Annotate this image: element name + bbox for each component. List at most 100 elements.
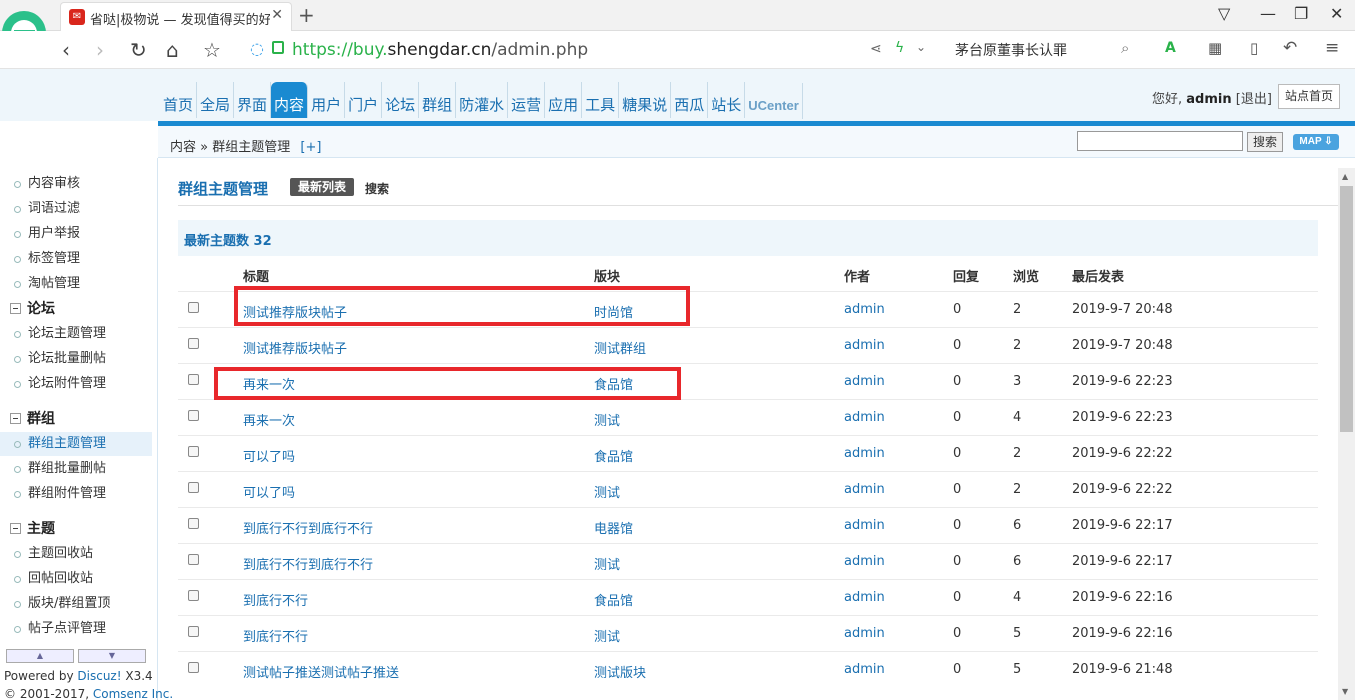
- nav-melon[interactable]: 西瓜: [671, 82, 709, 118]
- page-scrollbar[interactable]: ▲ ▼: [1338, 168, 1355, 700]
- author-link[interactable]: admin: [844, 302, 885, 317]
- row-checkbox[interactable]: [188, 338, 199, 349]
- thread-title-link[interactable]: 到底行不行到底行不行: [243, 518, 373, 537]
- row-checkbox[interactable]: [188, 302, 199, 313]
- discuz-link[interactable]: Discuz!: [77, 669, 121, 683]
- nav-ucenter[interactable]: UCenter: [745, 83, 803, 119]
- search-icon[interactable]: ⌕: [1121, 39, 1129, 57]
- forum-link[interactable]: 测试群组: [594, 338, 646, 357]
- address-bar[interactable]: ◌ https://buy.shengdar.cn/admin.php: [242, 36, 932, 64]
- forum-link[interactable]: 测试版块: [594, 662, 646, 681]
- menu-icon[interactable]: ≡: [1325, 38, 1339, 58]
- menu-search-input[interactable]: [1077, 131, 1243, 151]
- sidebar-group-thread[interactable]: 主题: [10, 517, 55, 541]
- row-checkbox[interactable]: [188, 374, 199, 385]
- nav-portal[interactable]: 门户: [345, 82, 383, 118]
- author-link[interactable]: admin: [844, 554, 885, 569]
- thread-title-link[interactable]: 可以了吗: [243, 446, 295, 465]
- shirt-icon[interactable]: ▽: [1218, 4, 1230, 23]
- forward-icon[interactable]: ›: [96, 38, 104, 62]
- author-link[interactable]: admin: [844, 626, 885, 641]
- nav-style[interactable]: 界面: [234, 82, 272, 118]
- thread-title-link[interactable]: 再来一次: [243, 410, 295, 429]
- nav-global[interactable]: 全局: [197, 82, 235, 118]
- back-icon[interactable]: ‹: [62, 38, 70, 62]
- nav-home[interactable]: 首页: [160, 82, 198, 118]
- sidebar-item-tag-manage[interactable]: 标签管理: [0, 247, 152, 271]
- thread-title-link[interactable]: 到底行不行: [243, 590, 308, 609]
- bookmark-star-icon[interactable]: ☆: [203, 38, 221, 62]
- translate-icon[interactable]: A: [1165, 40, 1176, 56]
- sidebar-item-collection[interactable]: 淘帖管理: [0, 272, 152, 296]
- author-link[interactable]: admin: [844, 662, 885, 677]
- browser-tab[interactable]: ✉ 省哒|极物说 — 发现值得买的好东西 ✕: [60, 2, 292, 31]
- tab-latest-list[interactable]: 最新列表: [290, 178, 354, 196]
- row-checkbox[interactable]: [188, 482, 199, 493]
- nav-user[interactable]: 用户: [308, 82, 346, 118]
- author-link[interactable]: admin: [844, 518, 885, 533]
- forum-link[interactable]: 食品馆: [594, 446, 633, 465]
- close-tab-icon[interactable]: ✕: [271, 7, 283, 23]
- forum-link[interactable]: 测试: [594, 626, 620, 645]
- nav-operation[interactable]: 运营: [508, 82, 546, 118]
- forum-link[interactable]: 测试: [594, 482, 620, 501]
- sidebar-item-reply-recycle[interactable]: 回帖回收站: [0, 567, 152, 591]
- undo-icon[interactable]: ↶: [1283, 38, 1297, 58]
- thread-title-link[interactable]: 测试推荐版块帖子: [243, 338, 347, 357]
- map-button[interactable]: MAP ⇩: [1293, 134, 1339, 150]
- tab-search[interactable]: 搜索: [365, 180, 389, 197]
- nav-apps[interactable]: 应用: [545, 82, 583, 118]
- scroll-down-icon[interactable]: ▼: [78, 649, 146, 663]
- apps-grid-icon[interactable]: ▦: [1208, 39, 1222, 57]
- forum-link[interactable]: 测试: [594, 410, 620, 429]
- sidebar-item-comment-manage[interactable]: 帖子点评管理: [0, 617, 152, 641]
- sidebar-item-content-review[interactable]: 内容审核: [0, 172, 152, 196]
- close-window-icon[interactable]: ✕: [1330, 4, 1343, 23]
- thread-title-link[interactable]: 可以了吗: [243, 482, 295, 501]
- row-checkbox[interactable]: [188, 554, 199, 565]
- sidebar-item-group-threads[interactable]: 群组主题管理: [0, 432, 152, 456]
- forum-link[interactable]: 测试: [594, 554, 620, 573]
- scrollbar-thumb[interactable]: [1340, 186, 1353, 432]
- author-link[interactable]: admin: [844, 482, 885, 497]
- nav-antispam[interactable]: 防灌水: [456, 82, 509, 118]
- forum-link[interactable]: 食品馆: [594, 590, 633, 609]
- site-home-button[interactable]: 站点首页: [1278, 84, 1340, 109]
- thread-title-link[interactable]: 测试帖子推送测试帖子推送: [243, 662, 399, 681]
- share-icon[interactable]: ⋖: [870, 41, 882, 57]
- phone-icon[interactable]: ▯: [1250, 39, 1258, 57]
- author-link[interactable]: admin: [844, 590, 885, 605]
- sidebar-item-word-filter[interactable]: 词语过滤: [0, 197, 152, 221]
- chevron-down-icon[interactable]: ⌄: [916, 40, 926, 54]
- forum-link[interactable]: 电器馆: [594, 518, 633, 537]
- scroll-up-icon[interactable]: ▲: [6, 649, 74, 663]
- sidebar-item-thread-recycle[interactable]: 主题回收站: [0, 542, 152, 566]
- nav-content[interactable]: 内容: [271, 82, 309, 118]
- home-icon[interactable]: ⌂: [166, 38, 179, 62]
- sidebar-group-forum[interactable]: 论坛: [10, 297, 55, 321]
- sidebar-item-user-report[interactable]: 用户举报: [0, 222, 152, 246]
- row-checkbox[interactable]: [188, 446, 199, 457]
- add-shortcut-link[interactable]: [+]: [300, 140, 321, 155]
- row-checkbox[interactable]: [188, 590, 199, 601]
- lightning-icon[interactable]: ϟ: [895, 40, 904, 56]
- author-link[interactable]: admin: [844, 374, 885, 389]
- nav-forum[interactable]: 论坛: [382, 82, 420, 118]
- sidebar-item-group-attach[interactable]: 群组附件管理: [0, 482, 152, 506]
- minimize-icon[interactable]: —: [1260, 4, 1276, 23]
- row-checkbox[interactable]: [188, 626, 199, 637]
- scroll-up-icon[interactable]: ▲: [1342, 172, 1348, 181]
- reload-icon[interactable]: ↻: [130, 38, 147, 62]
- menu-search-button[interactable]: 搜索: [1247, 132, 1283, 152]
- new-tab-icon[interactable]: +: [298, 3, 315, 27]
- comsenz-link[interactable]: Comsenz Inc.: [93, 687, 173, 700]
- sidebar-item-forum-attach[interactable]: 论坛附件管理: [0, 372, 152, 396]
- logout-link[interactable]: [退出]: [1236, 92, 1272, 107]
- nav-candy[interactable]: 糖果说: [619, 82, 672, 118]
- row-checkbox[interactable]: [188, 518, 199, 529]
- scroll-down-icon[interactable]: ▼: [1342, 687, 1348, 696]
- restore-icon[interactable]: ❐: [1294, 4, 1308, 23]
- nav-tools[interactable]: 工具: [582, 82, 620, 118]
- sidebar-item-sticky[interactable]: 版块/群组置顶: [0, 592, 152, 616]
- url-text[interactable]: https://buy.shengdar.cn/admin.php: [292, 40, 588, 60]
